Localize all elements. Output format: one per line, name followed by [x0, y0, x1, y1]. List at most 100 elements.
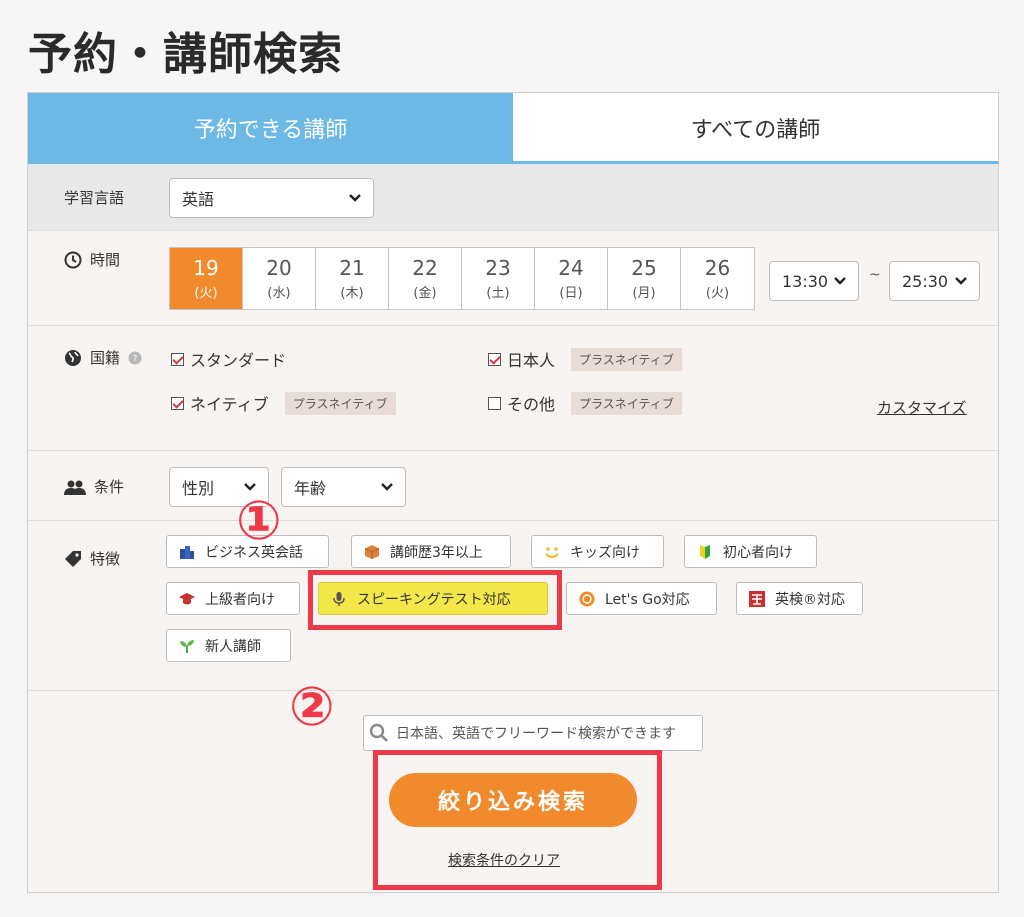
date-picker: 19 (火) 20 (水) 21 (木) 22 (金) 23 (土) 24 (日) 25 (月… [169, 247, 755, 310]
annotation-marker-2: ② [289, 675, 335, 738]
freeword-search-input[interactable]: 日本語、英語でフリーワード検索ができます [363, 715, 703, 751]
plus-native-tag: プラスネイティブ [571, 347, 682, 371]
feature-chip-eiken[interactable]: 英検®対応 [736, 582, 863, 615]
chevron-down-icon [349, 194, 361, 202]
time-label: 時間 [64, 249, 120, 270]
feature-chip-advanced[interactable]: 上級者向け [166, 582, 300, 615]
feature-chip-label: 上級者向け [205, 591, 275, 608]
date-number: 24 [558, 256, 584, 280]
clock-icon [64, 251, 82, 268]
plus-native-tag: プラスネイティブ [284, 391, 396, 415]
users-icon [64, 480, 86, 495]
customize-link[interactable]: カスタマイズ [877, 397, 967, 418]
nationality-standard-checkbox[interactable]: スタンダード [171, 347, 286, 371]
tab-all-teachers[interactable]: すべての講師 [513, 93, 998, 163]
date-number: 19 [193, 256, 219, 280]
eiken-badge-icon [749, 590, 765, 607]
age-select[interactable]: 年齢 [281, 467, 406, 507]
nationality-label-text: 国籍 [90, 349, 121, 367]
date-weekday: (土) [486, 286, 510, 301]
nationality-native-checkbox[interactable]: ネイティブ プラスネイティブ [171, 391, 396, 415]
language-row: 学習言語 英語 [28, 164, 998, 231]
smile-icon [545, 546, 559, 558]
feature-chip-label: 講師歴3年以上 [390, 544, 483, 561]
annotation-highlight-box-1 [308, 570, 562, 630]
svg-text:?: ? [133, 354, 138, 364]
nationality-row: 国籍 ? スタンダード 日本人 プラスネイティブ ネイティブ プラスネイティブ … [28, 326, 998, 451]
freeword-search-placeholder: 日本語、英語でフリーワード検索ができます [396, 726, 676, 742]
date-cell[interactable]: 24 (日) [535, 248, 608, 309]
date-cell[interactable]: 25 (月) [608, 248, 681, 309]
nationality-option-label: 日本人 [507, 351, 556, 370]
sprout-icon [180, 639, 194, 653]
date-cell[interactable]: 20 (水) [243, 248, 316, 309]
time-from-value: 13:30 [782, 271, 829, 291]
tab-bar: 予約できる講師 すべての講師 [28, 93, 998, 163]
date-weekday: (火) [194, 286, 218, 301]
chevron-down-icon [834, 277, 846, 285]
feature-chip-label: 新人講師 [205, 638, 261, 655]
feature-chip-experience[interactable]: 講師歴3年以上 [351, 535, 511, 568]
language-select[interactable]: 英語 [169, 178, 374, 218]
feature-chip-beginner[interactable]: 初心者向け [684, 535, 817, 568]
date-cell[interactable]: 26 (火) [681, 248, 754, 309]
checkbox-box[interactable] [488, 396, 501, 410]
search-icon [369, 723, 388, 742]
globe-icon [65, 349, 81, 366]
date-cell[interactable]: 22 (金) [389, 248, 462, 309]
letsgo-badge-icon [579, 591, 595, 606]
nationality-option-label: その他 [507, 395, 556, 414]
feature-chip-letsgo[interactable]: Let's Go対応 [566, 582, 717, 615]
feature-chip-label: Let's Go対応 [605, 591, 690, 608]
feature-chip-label: 初心者向け [723, 544, 793, 561]
date-number: 20 [266, 256, 292, 280]
nationality-option-label: スタンダード [190, 351, 287, 370]
date-number: 26 [704, 256, 731, 280]
date-weekday: (水) [267, 286, 291, 301]
buildings-icon [180, 545, 194, 559]
language-select-value: 英語 [182, 190, 215, 209]
time-label-text: 時間 [90, 251, 121, 269]
annotation-highlight-box-2 [373, 750, 662, 890]
time-range-tilde: ~ [869, 267, 881, 283]
graduation-cap-icon [179, 592, 195, 604]
language-label: 学習言語 [64, 187, 124, 208]
age-select-value: 年齢 [294, 479, 327, 498]
conditions-row: 条件 性別 年齢 [28, 451, 998, 521]
time-from-select[interactable]: 13:30 [769, 261, 859, 301]
annotation-marker-1: ① [236, 489, 282, 552]
date-weekday: (木) [340, 286, 364, 301]
date-weekday: (火) [705, 286, 730, 301]
checkbox-box[interactable] [488, 352, 501, 366]
plus-native-tag: プラスネイティブ [571, 391, 682, 415]
nationality-option-label: ネイティブ [190, 395, 269, 414]
time-to-value: 25:30 [902, 271, 949, 291]
checkbox-box[interactable] [171, 352, 184, 366]
help-icon[interactable]: ? [128, 351, 142, 365]
date-number: 21 [339, 256, 365, 280]
date-cell[interactable]: 21 (木) [316, 248, 389, 309]
date-weekday: (金) [413, 286, 437, 301]
gender-select-value: 性別 [182, 479, 215, 498]
tag-icon [65, 550, 81, 567]
time-row: 時間 19 (火) 20 (水) 21 (木) 22 (金) 23 (土) 24 (日) 2… [28, 231, 998, 326]
conditions-label: 条件 [64, 476, 124, 497]
feature-chip-new-teacher[interactable]: 新人講師 [166, 629, 291, 662]
language-label-text: 学習言語 [64, 189, 125, 207]
page-title: 予約・講師検索 [28, 29, 343, 80]
nationality-other-checkbox[interactable]: その他 プラスネイティブ [488, 391, 682, 415]
tab-available-teachers[interactable]: 予約できる講師 [28, 93, 513, 163]
chevron-down-icon [381, 483, 393, 491]
feature-chip-kids[interactable]: キッズ向け [531, 535, 664, 568]
checkbox-box[interactable] [171, 396, 184, 410]
date-number: 25 [631, 256, 657, 280]
features-label-text: 特徴 [90, 550, 121, 568]
features-label: 特徴 [64, 548, 120, 569]
date-number: 23 [485, 256, 511, 280]
time-to-select[interactable]: 25:30 [889, 261, 980, 301]
nationality-japanese-checkbox[interactable]: 日本人 プラスネイティブ [488, 347, 682, 371]
box-icon [364, 544, 380, 559]
date-number: 22 [412, 256, 438, 280]
date-cell[interactable]: 19 (火) [170, 248, 243, 309]
date-cell[interactable]: 23 (土) [462, 248, 535, 309]
